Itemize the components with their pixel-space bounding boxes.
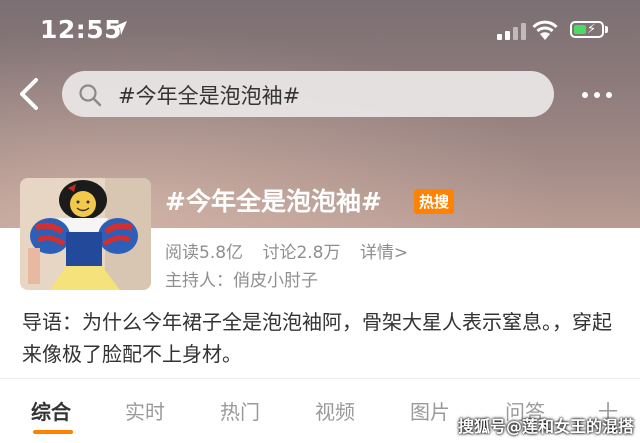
- signal-icon: [497, 22, 526, 40]
- read-count: 阅读5.8亿: [165, 243, 244, 263]
- tab-images[interactable]: 图片: [410, 396, 450, 425]
- search-query[interactable]: #今年全是泡泡袖#: [118, 80, 300, 110]
- details-link[interactable]: 详情>: [360, 243, 408, 263]
- search-icon: [79, 84, 102, 107]
- wifi-icon: [532, 20, 558, 40]
- topic-avatar: [20, 178, 151, 290]
- more-icon[interactable]: [582, 92, 612, 98]
- tab-comprehensive[interactable]: 综合: [31, 396, 71, 425]
- topic-title: #今年全是泡泡袖#: [165, 187, 382, 216]
- status-time: 12:55: [40, 15, 123, 44]
- tab-hot[interactable]: 热门: [220, 396, 260, 425]
- topic-host[interactable]: 主持人：俏皮小肘子: [165, 266, 318, 291]
- tab-video[interactable]: 视频: [315, 396, 355, 425]
- discussion-count: 讨论2.8万: [262, 243, 341, 263]
- divider: [0, 378, 640, 379]
- back-icon[interactable]: [16, 76, 46, 112]
- topic-stats: 阅读5.8亿 讨论2.8万 详情>: [165, 238, 422, 263]
- battery-cap: [605, 26, 608, 33]
- status-bar: 12:55 ⚡: [0, 0, 640, 60]
- watermark: 搜狐号@莲和女王的混搭: [457, 417, 634, 436]
- battery-icon: ⚡: [570, 21, 604, 38]
- active-tab-indicator: [33, 430, 73, 434]
- hot-badge: 热搜: [414, 189, 455, 214]
- search-bar[interactable]: #今年全是泡泡袖#: [62, 71, 554, 117]
- location-arrow-icon: [113, 21, 127, 35]
- tab-realtime[interactable]: 实时: [125, 396, 165, 425]
- topic-intro: 导语：为什么今年裙子全是泡泡袖阿，骨架大星人表示窒息。，穿起来像极了脸配不上身材…: [22, 310, 612, 366]
